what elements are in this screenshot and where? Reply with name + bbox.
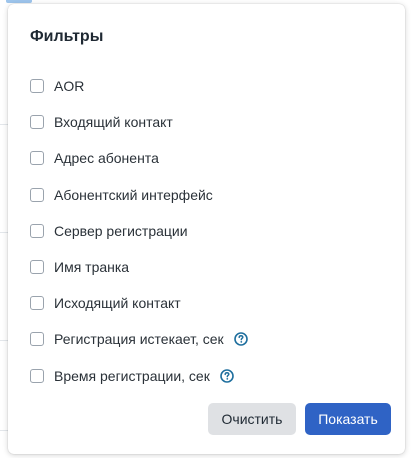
background-accent [6,0,32,3]
filter-checkbox[interactable] [30,115,44,130]
background-divider [0,232,8,233]
filter-label: Абонентский интерфейс [54,186,213,203]
clear-button[interactable]: Очистить [208,403,296,435]
filter-option-outgoing-contact[interactable]: Исходящий контакт [30,285,248,321]
filter-option-registration-server[interactable]: Сервер регистрации [30,213,248,249]
filter-option-subscriber-address[interactable]: Адрес абонента [30,140,248,176]
filter-option-trunk-name[interactable]: Имя транка [30,249,248,285]
filter-option-incoming-contact[interactable]: Входящий контакт [30,104,248,140]
filter-checkbox[interactable] [30,187,44,202]
question-circle-icon[interactable] [233,332,248,347]
filter-checkbox[interactable] [30,79,44,94]
filter-label: Имя транка [54,259,130,276]
show-button[interactable]: Показать [305,403,391,435]
background-divider [0,124,8,125]
filter-label: AOR [54,78,85,95]
filters-popover: Фильтры AOR Входящий контакт Адрес абоне… [8,4,405,454]
background-divider [0,340,8,341]
filter-label: Регистрация истекает, сек [54,331,224,348]
filter-checkbox[interactable] [30,368,44,383]
filter-label: Входящий контакт [54,114,173,131]
filters-footer: Очистить Показать [208,403,391,435]
filter-label: Сервер регистрации [54,222,188,239]
filter-checkbox[interactable] [30,296,44,311]
filter-label: Исходящий контакт [54,295,181,312]
filter-checkbox[interactable] [30,332,44,347]
filter-option-registration-expires[interactable]: Регистрация истекает, сек [30,321,248,357]
filter-option-registration-time[interactable]: Время регистрации, сек [30,358,248,394]
filter-checkbox[interactable] [30,260,44,275]
filter-option-subscriber-interface[interactable]: Абонентский интерфейс [30,177,248,213]
filter-label: Время регистрации, сек [54,367,210,384]
filter-checkbox[interactable] [30,151,44,166]
filter-checkbox[interactable] [30,223,44,238]
filter-list: AOR Входящий контакт Адрес абонента Абон… [30,68,248,394]
filters-title: Фильтры [30,28,104,45]
question-circle-icon[interactable] [220,368,234,383]
filter-option-aor[interactable]: AOR [30,68,248,104]
filter-label: Адрес абонента [54,150,159,167]
background-divider [0,430,8,431]
